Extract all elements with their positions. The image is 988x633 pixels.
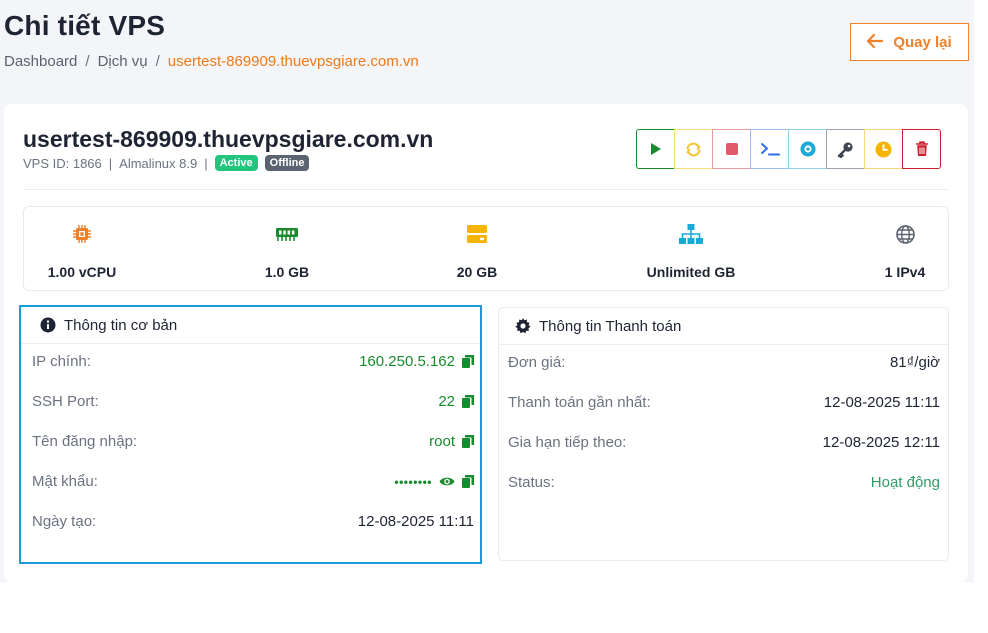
spec-cpu-value: 1.00 vCPU <box>47 264 117 280</box>
ssh-port-value: 22 <box>438 393 455 410</box>
stop-icon <box>725 143 738 155</box>
info-row-label: Tên đăng nhập: <box>32 433 138 450</box>
payment-status-value: Hoạt động <box>870 474 940 491</box>
last-payment-value: 12-08-2025 11:11 <box>823 394 940 411</box>
payment-info-title: Thông tin Thanh toán <box>539 317 682 335</box>
info-row-label: SSH Port: <box>32 393 99 410</box>
back-button[interactable]: Quay lại <box>850 23 969 61</box>
storage-icon <box>467 225 487 243</box>
key-icon <box>837 141 853 158</box>
breadcrumb-separator: / <box>85 53 90 70</box>
basic-info-title: Thông tin cơ bản <box>64 316 178 334</box>
spec-ram-value: 1.0 GB <box>264 264 310 280</box>
header-divider <box>23 189 948 190</box>
payment-row-label: Thanh toán gần nhất: <box>508 394 651 411</box>
info-row-ssh: SSH Port: 22 <box>21 393 480 410</box>
resource-specs: 1.00 vCPU 1.0 GB 20 GB Unlimited GB 1 IP… <box>23 206 949 291</box>
info-row-username: Tên đăng nhập: root <box>21 433 480 450</box>
start-button[interactable] <box>636 129 675 169</box>
terminal-icon <box>760 143 780 156</box>
play-icon <box>650 143 661 155</box>
breadcrumb-current: usertest-869909.thuevpsgiare.com.vn <box>167 53 419 70</box>
copy-icon[interactable] <box>462 475 474 488</box>
payment-row-label: Đơn giá: <box>508 354 566 371</box>
schedule-button[interactable] <box>864 129 903 169</box>
spec-cpu: 1.00 vCPU <box>17 221 147 280</box>
status-badge-offline: Offline <box>264 155 310 171</box>
meta-separator: | <box>204 155 208 171</box>
breadcrumb-dashboard[interactable]: Dashboard <box>4 53 77 70</box>
back-button-label: Quay lại <box>893 33 952 51</box>
cpu-icon <box>73 225 91 243</box>
payment-row-label: Status: <box>508 474 555 491</box>
reinstall-button[interactable] <box>788 129 827 169</box>
basic-info-header: Thông tin cơ bản <box>21 307 480 344</box>
restart-button[interactable] <box>674 129 713 169</box>
copy-icon[interactable] <box>462 355 474 368</box>
breadcrumb-services[interactable]: Dịch vụ <box>98 53 148 70</box>
created-date-value: 12-08-2025 11:11 <box>357 513 474 530</box>
action-toolbar <box>636 129 941 169</box>
copy-icon[interactable] <box>462 435 474 448</box>
breadcrumb-separator: / <box>155 53 160 70</box>
payment-info-header: Thông tin Thanh toán <box>499 308 948 345</box>
password-value: •••••••• <box>394 474 432 489</box>
eye-icon[interactable] <box>439 476 455 487</box>
spec-bandwidth-value: Unlimited GB <box>646 264 736 280</box>
username-value: root <box>429 433 455 450</box>
meta-separator: | <box>108 155 113 171</box>
price-value: 81₫/giờ <box>889 354 940 371</box>
info-icon <box>40 317 56 333</box>
spec-bandwidth: Unlimited GB <box>626 221 756 280</box>
info-row-created: Ngày tạo: 12-08-2025 11:11 <box>21 513 480 530</box>
arrow-left-icon <box>867 33 884 51</box>
globe-icon <box>895 224 915 244</box>
vps-hostname: usertest-869909.thuevpsgiare.com.vn <box>23 126 434 152</box>
clock-icon <box>875 141 892 157</box>
copy-icon[interactable] <box>462 395 474 408</box>
password-button[interactable] <box>826 129 865 169</box>
vps-os: Almalinux 8.9 <box>119 155 198 171</box>
vps-meta: VPS ID: 1866 | Almalinux 8.9 | Active Of… <box>23 155 310 171</box>
network-icon <box>679 224 703 244</box>
basic-info-panel: Thông tin cơ bản IP chính: 160.250.5.162… <box>19 305 482 564</box>
payment-row-price: Đơn giá: 81₫/giờ <box>499 354 948 371</box>
info-row-label: Mật khẩu: <box>32 473 98 490</box>
spec-ipv4-value: 1 IPv4 <box>884 264 926 280</box>
page-title: Chi tiết VPS <box>4 10 166 41</box>
info-row-label: IP chính: <box>32 353 91 370</box>
payment-row-next: Gia hạn tiếp theo: 12-08-2025 12:11 <box>499 434 948 451</box>
next-renewal-value: 12-08-2025 12:11 <box>822 434 940 451</box>
console-button[interactable] <box>750 129 789 169</box>
status-badge-active: Active <box>214 155 258 171</box>
info-row-password: Mật khẩu: •••••••• <box>21 473 480 490</box>
payment-row-last: Thanh toán gần nhất: 12-08-2025 11:11 <box>499 394 948 411</box>
info-row-ip: IP chính: 160.250.5.162 <box>21 353 480 370</box>
ip-value: 160.250.5.162 <box>359 353 455 370</box>
payment-row-label: Gia hạn tiếp theo: <box>508 434 627 451</box>
gear-icon <box>515 318 531 334</box>
disc-icon <box>800 141 815 157</box>
spec-storage-value: 20 GB <box>456 264 498 280</box>
spec-storage: 20 GB <box>412 221 542 280</box>
vps-id: VPS ID: 1866 <box>23 155 102 171</box>
delete-button[interactable] <box>902 129 941 169</box>
breadcrumb: Dashboard / Dịch vụ / usertest-869909.th… <box>4 53 419 70</box>
ram-icon <box>276 228 298 241</box>
stop-button[interactable] <box>712 129 751 169</box>
info-row-label: Ngày tạo: <box>32 513 97 530</box>
payment-row-status: Status: Hoạt động <box>499 474 948 491</box>
spec-ipv4: 1 IPv4 <box>840 221 970 280</box>
spec-ram: 1.0 GB <box>222 221 352 280</box>
refresh-icon <box>686 142 701 156</box>
payment-info-panel: Thông tin Thanh toán Đơn giá: 81₫/giờ Th… <box>498 307 949 561</box>
trash-icon <box>915 141 928 156</box>
